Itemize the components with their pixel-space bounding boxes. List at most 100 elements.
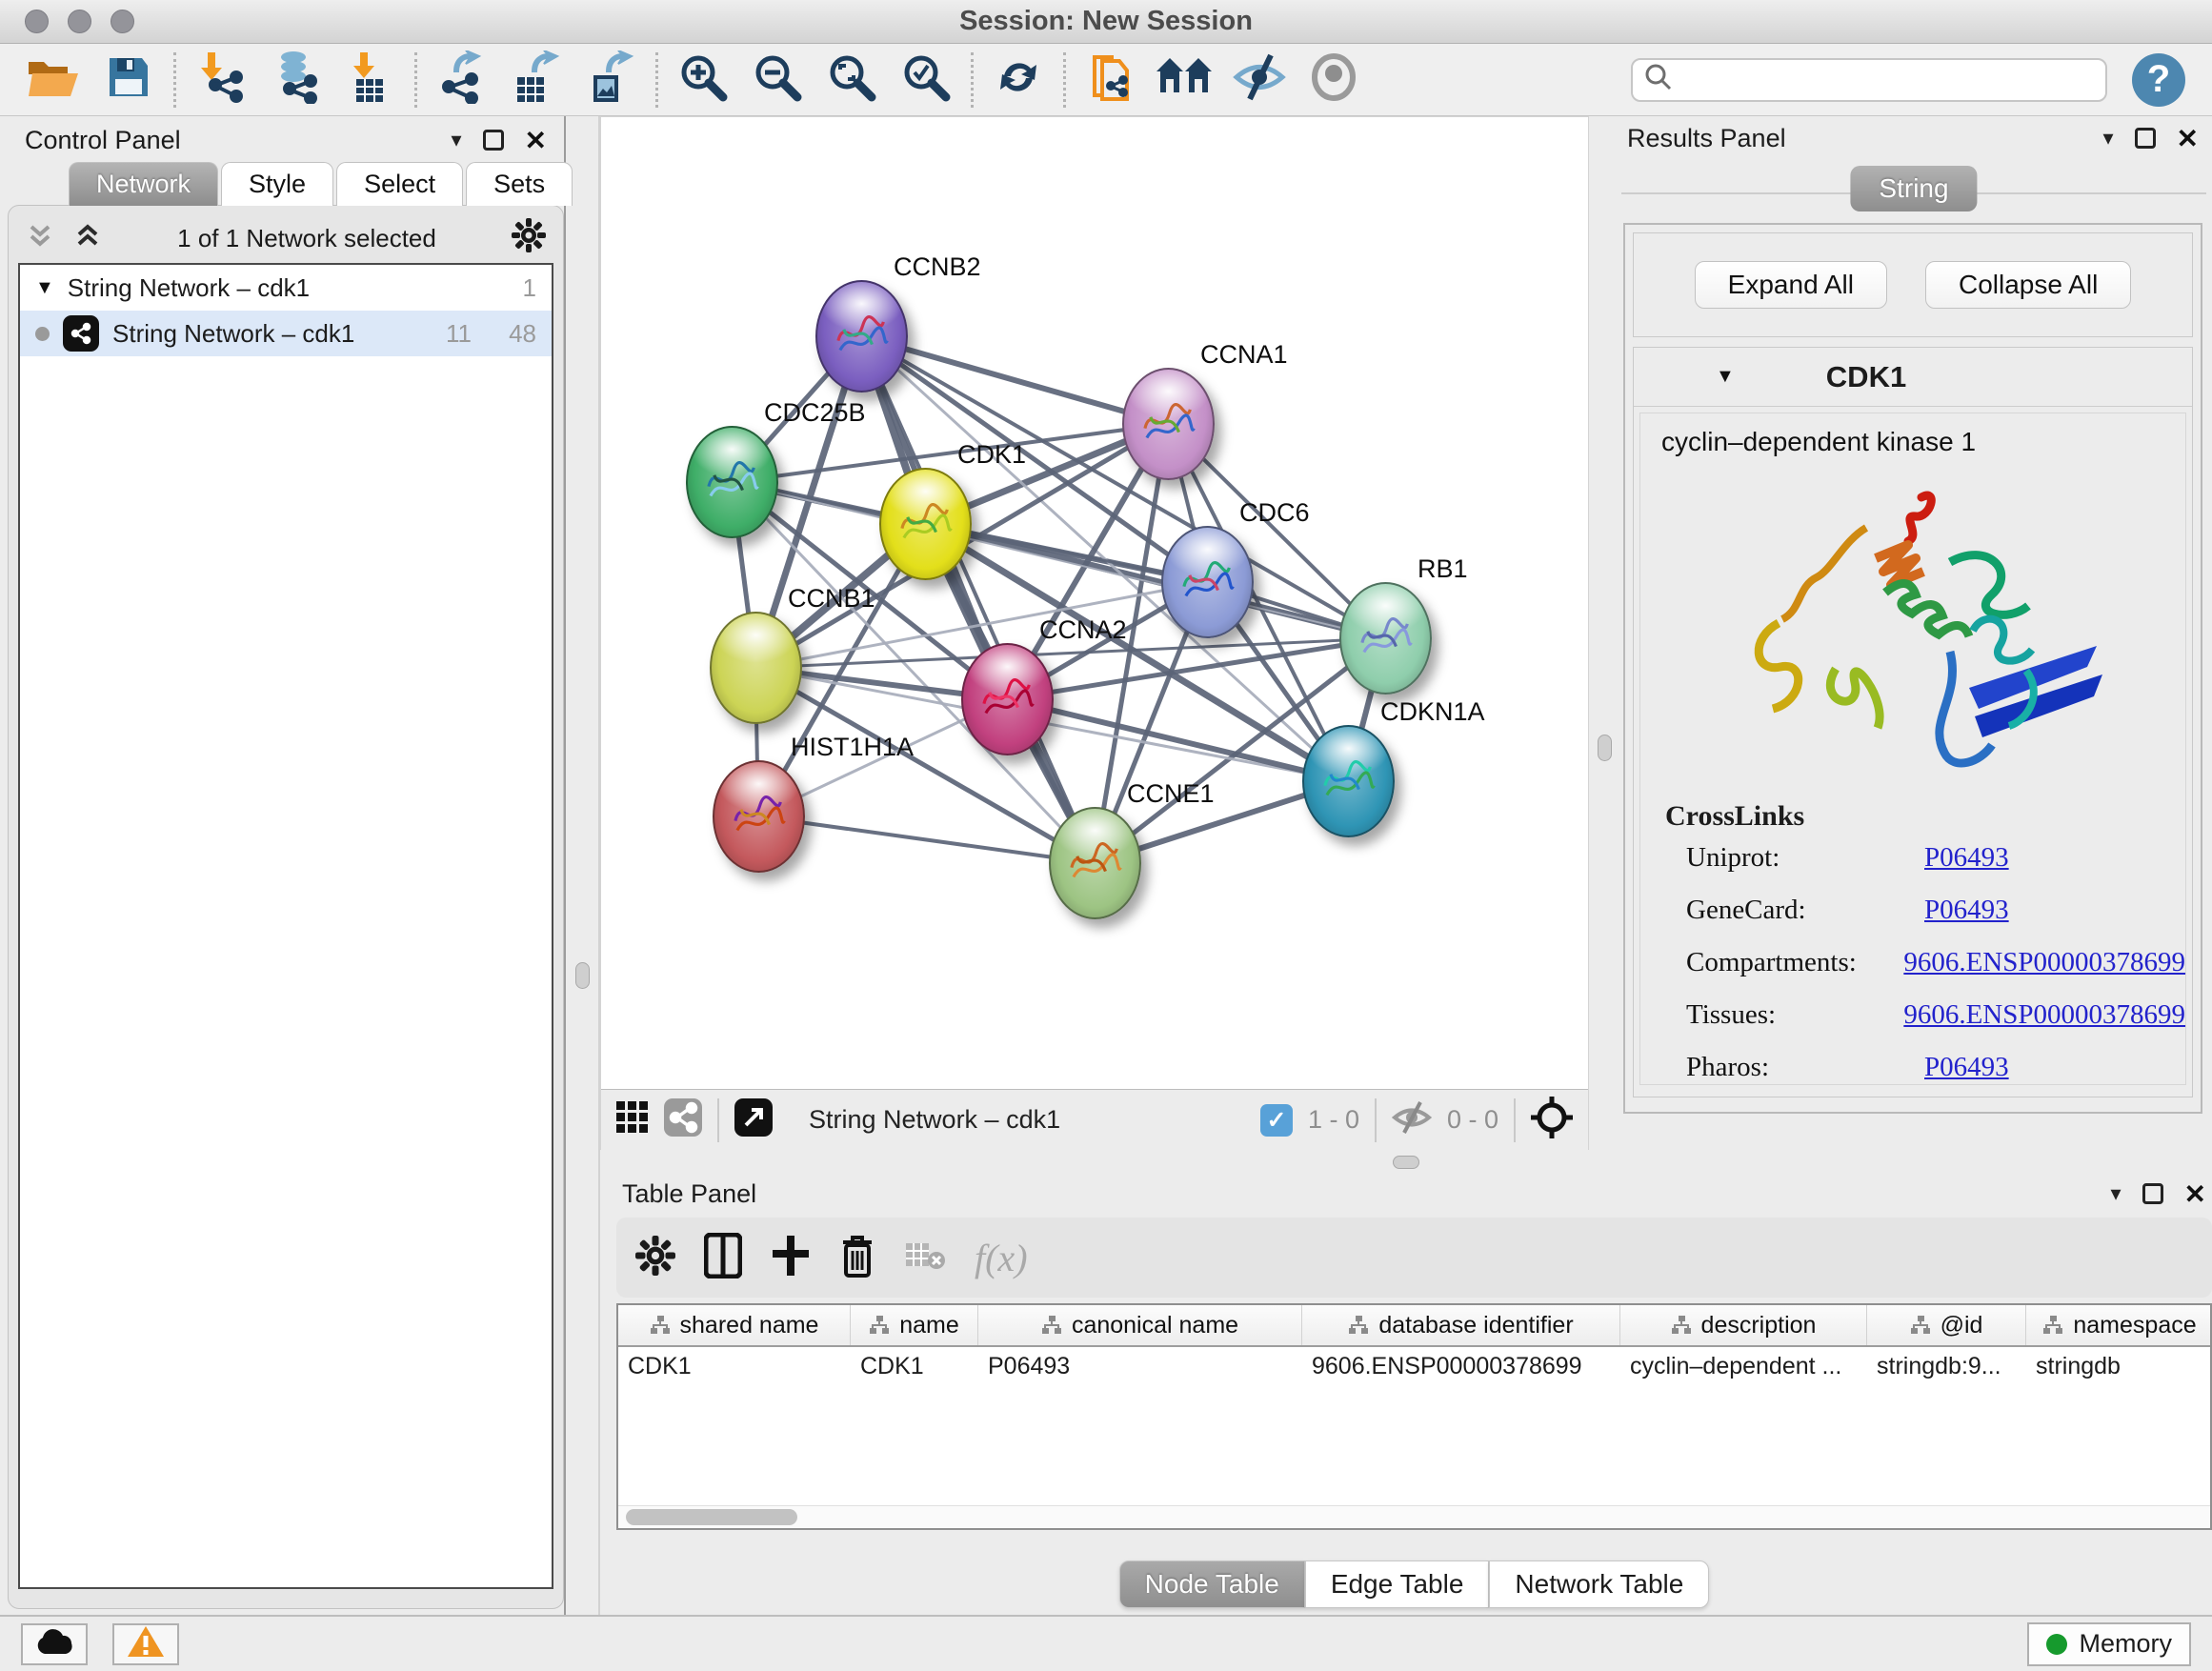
table-cell[interactable]: P06493 <box>978 1347 1302 1389</box>
zoom-out-button[interactable] <box>740 49 814 111</box>
import-network-file-button[interactable] <box>184 49 258 111</box>
zoom-selected-button[interactable] <box>889 49 963 111</box>
table-cell[interactable]: 9606.ENSP00000378699 <box>1302 1347 1620 1389</box>
table-cell[interactable]: CDK1 <box>851 1347 978 1389</box>
hide-unhide-button[interactable] <box>1222 49 1297 111</box>
collapse-all-button[interactable]: Collapse All <box>1925 261 2131 309</box>
add-column-icon[interactable] <box>771 1234 811 1282</box>
birdseye-crosshair-icon[interactable] <box>1531 1097 1573 1143</box>
table-gear-icon[interactable] <box>635 1236 675 1280</box>
network-node-ccnb2[interactable] <box>815 280 908 393</box>
table-cell[interactable]: stringdb <box>2026 1347 2212 1389</box>
splitter-handle[interactable] <box>1393 1156 1419 1169</box>
tab-node-table[interactable]: Node Table <box>1119 1560 1305 1608</box>
splitter-handle[interactable] <box>1598 735 1612 761</box>
scrollbar-thumb[interactable] <box>626 1509 797 1525</box>
network-search-box[interactable] <box>1631 58 2107 102</box>
network-node-ccne1[interactable] <box>1049 807 1141 919</box>
column-header-database-identifier[interactable]: database identifier <box>1302 1305 1620 1345</box>
crosslink-link[interactable]: P06493 <box>1924 842 2009 874</box>
tab-sets[interactable]: Sets <box>466 162 573 206</box>
crosslink-link[interactable]: P06493 <box>1924 1052 2009 1083</box>
zoom-in-button[interactable] <box>666 49 740 111</box>
panel-float-icon[interactable] <box>2142 1183 2163 1204</box>
network-node-rb1[interactable] <box>1339 582 1432 695</box>
left-panel-splitter[interactable] <box>564 116 600 1615</box>
network-canvas[interactable]: CCNB2CCNA1CDC25BCDK1CDC6RB1CCNB1CCNA2CDK… <box>601 117 1588 1089</box>
panel-float-icon[interactable] <box>483 130 504 151</box>
network-view-mode-icon[interactable] <box>664 1098 702 1141</box>
panel-close-icon[interactable]: ✕ <box>525 125 547 156</box>
search-input[interactable] <box>1680 65 2094 94</box>
help-button[interactable]: ? <box>2132 53 2185 107</box>
network-node-cdc6[interactable] <box>1161 526 1254 638</box>
table-cell[interactable]: CDK1 <box>618 1347 851 1389</box>
network-node-cdkn1a[interactable] <box>1302 725 1395 837</box>
column-header-name[interactable]: name <box>851 1305 978 1345</box>
network-edge[interactable] <box>758 816 1095 863</box>
selected-checkbox-icon[interactable]: ✓ <box>1260 1104 1293 1137</box>
panel-collapse-icon[interactable]: ▾ <box>2110 1181 2121 1206</box>
tab-string[interactable]: String <box>1850 166 1977 211</box>
column-header--id[interactable]: @id <box>1867 1305 2026 1345</box>
export-network-button[interactable] <box>425 49 499 111</box>
network-node-ccna1[interactable] <box>1122 368 1215 480</box>
crosslink-link[interactable]: P06493 <box>1924 895 2009 926</box>
import-table-file-button[interactable] <box>332 49 407 111</box>
network-edge[interactable] <box>861 336 1095 863</box>
detach-view-icon[interactable] <box>734 1098 773 1141</box>
network-node-cdc25b[interactable] <box>686 426 778 538</box>
export-image-button[interactable] <box>573 49 648 111</box>
tab-network[interactable]: Network <box>69 162 218 206</box>
show-graphics-button[interactable] <box>1297 49 1371 111</box>
import-network-database-button[interactable] <box>258 49 332 111</box>
network-node-ccnb1[interactable] <box>710 612 802 724</box>
show-columns-icon[interactable] <box>704 1233 742 1283</box>
column-header-description[interactable]: description <box>1620 1305 1867 1345</box>
maximize-window-button[interactable] <box>111 10 134 33</box>
network-node-hist1h1a[interactable] <box>713 760 805 873</box>
open-session-button[interactable] <box>17 49 91 111</box>
gear-icon[interactable] <box>512 218 546 259</box>
splitter-handle[interactable] <box>575 962 590 989</box>
horizontal-scrollbar[interactable] <box>618 1505 2210 1528</box>
panel-collapse-icon[interactable]: ▾ <box>2102 126 2113 151</box>
panel-close-icon[interactable]: ✕ <box>2184 1178 2206 1210</box>
save-session-button[interactable] <box>91 49 166 111</box>
network-node-cdk1[interactable] <box>879 468 972 580</box>
column-header-namespace[interactable]: namespace <box>2026 1305 2212 1345</box>
tab-style[interactable]: Style <box>221 162 333 206</box>
crosslink-link[interactable]: 9606.ENSP00000378699 <box>1903 999 2185 1031</box>
panel-collapse-icon[interactable]: ▾ <box>451 128 461 152</box>
protein-section-header[interactable]: ▼ CDK1 <box>1634 348 2192 407</box>
table-cell[interactable]: cyclin–dependent ... <box>1620 1347 1867 1389</box>
panel-float-icon[interactable] <box>2135 128 2156 149</box>
section-expander-icon[interactable]: ▼ <box>1716 366 1735 388</box>
home-button[interactable] <box>1148 49 1222 111</box>
column-header-shared-name[interactable]: shared name <box>618 1305 851 1345</box>
close-window-button[interactable] <box>25 10 49 33</box>
memory-button[interactable]: Memory <box>2027 1622 2191 1666</box>
tree-expander-icon[interactable]: ▼ <box>35 277 54 299</box>
network-node-ccna2[interactable] <box>961 643 1054 755</box>
copy-style-button[interactable] <box>1074 49 1148 111</box>
hidden-eye-slash-icon[interactable] <box>1392 1100 1432 1139</box>
right-panel-splitter[interactable] <box>1589 116 1619 1150</box>
minimize-window-button[interactable] <box>68 10 91 33</box>
network-row[interactable]: String Network – cdk1 11 48 <box>20 311 552 356</box>
cloud-status-button[interactable] <box>21 1623 88 1665</box>
apply-layout-button[interactable] <box>981 49 1056 111</box>
panel-close-icon[interactable]: ✕ <box>2177 123 2199 154</box>
crosslink-link[interactable]: 9606.ENSP00000378699 <box>1903 947 2185 978</box>
tab-network-table[interactable]: Network Table <box>1489 1560 1709 1608</box>
zoom-fit-button[interactable] <box>814 49 889 111</box>
table-cell[interactable]: stringdb:9... <box>1867 1347 2026 1389</box>
column-header-canonical-name[interactable]: canonical name <box>978 1305 1302 1345</box>
collapse-all-icon[interactable] <box>26 221 54 256</box>
tab-select[interactable]: Select <box>336 162 463 206</box>
delete-column-icon[interactable] <box>839 1233 875 1283</box>
export-table-button[interactable] <box>499 49 573 111</box>
grid-view-icon[interactable] <box>616 1101 649 1138</box>
tab-edge-table[interactable]: Edge Table <box>1305 1560 1490 1608</box>
table-row[interactable]: CDK1CDK1P064939606.ENSP00000378699cyclin… <box>618 1347 2210 1389</box>
